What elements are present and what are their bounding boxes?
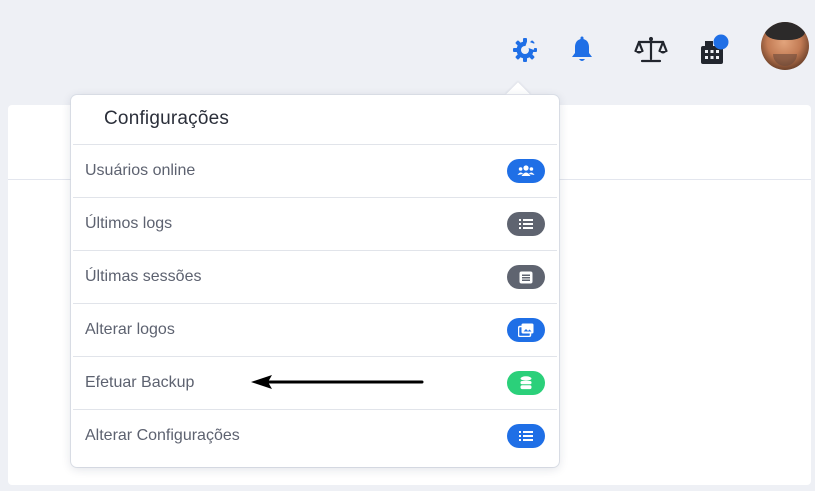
building-icon[interactable] [697,34,731,66]
user-avatar[interactable] [761,22,809,70]
users-icon [507,159,545,183]
images-icon [507,318,545,342]
settings-dropdown: Configurações Usuários online Últimos lo… [71,95,559,467]
top-bar [0,0,815,100]
list-box-icon [507,265,545,289]
settings-menu: Usuários online Últimos logs Últimas ses… [73,144,557,462]
menu-item-label: Alterar logos [85,321,175,338]
avatar-hair [765,22,805,40]
scale-icon[interactable] [633,34,669,66]
menu-item-usuarios-online[interactable]: Usuários online [73,145,557,198]
menu-item-label: Efetuar Backup [85,374,195,391]
menu-item-label: Últimos logs [85,215,173,232]
menu-item-label: Alterar Configurações [85,427,240,444]
menu-item-ultimos-logs[interactable]: Últimos logs [73,198,557,251]
dropdown-title: Configurações [104,108,230,129]
menu-item-ultimas-sessoes[interactable]: Últimas sessões [73,251,557,304]
list-icon [507,212,545,236]
bell-icon[interactable] [567,34,597,66]
menu-item-alterar-logos[interactable]: Alterar logos [73,304,557,357]
pointer-arrow [251,375,424,389]
list-icon [507,424,545,448]
settings-gear-icon[interactable] [510,34,540,66]
menu-item-alterar-configuracoes[interactable]: Alterar Configurações [73,410,557,462]
bottom-strip [0,485,815,491]
menu-item-label: Últimas sessões [85,268,202,285]
notification-badge [713,34,729,50]
menu-item-label: Usuários online [85,162,196,179]
avatar-beard [773,54,797,66]
database-icon [507,371,545,395]
